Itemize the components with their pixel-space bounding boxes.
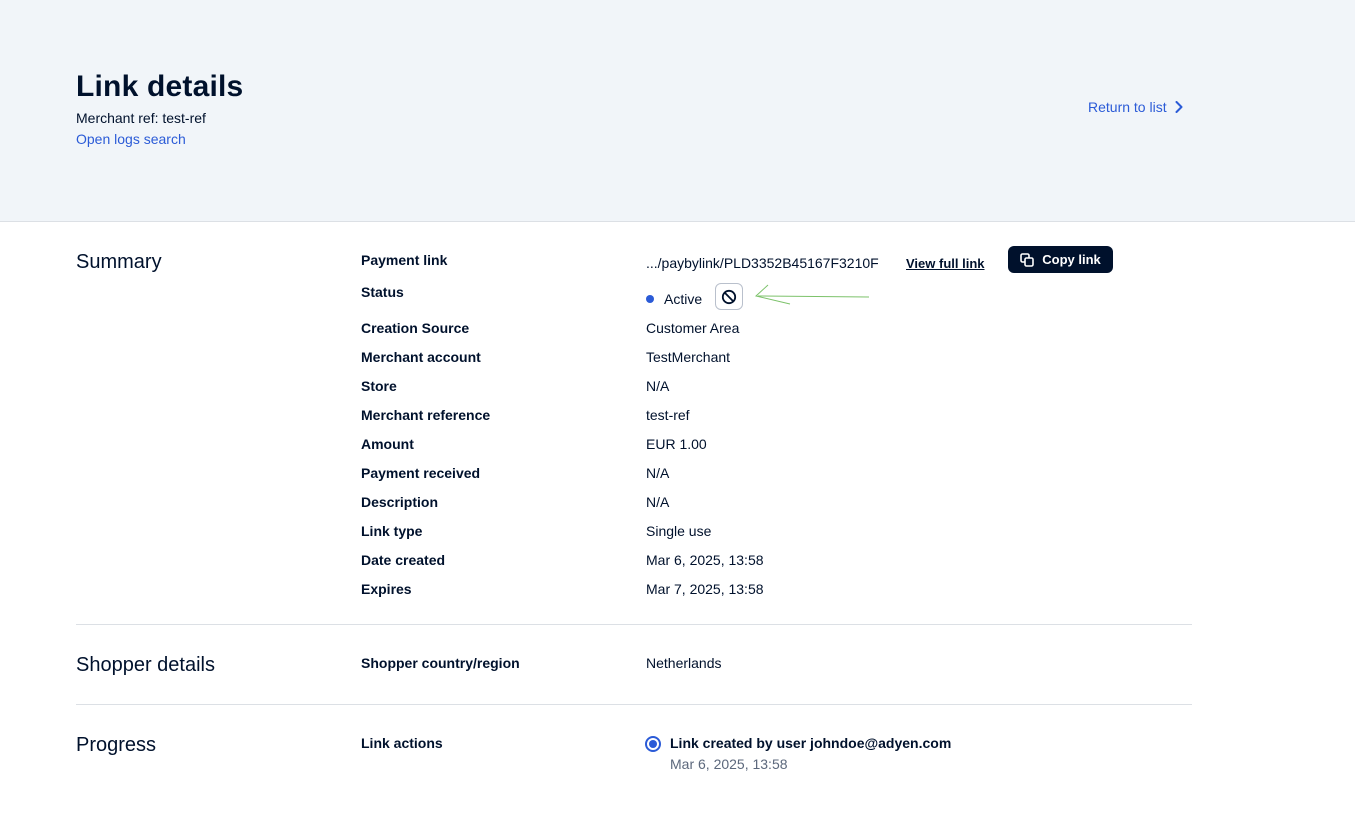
- date-created-label: Date created: [361, 552, 446, 568]
- shopper-country-value: Netherlands: [646, 655, 722, 671]
- open-logs-search-link[interactable]: Open logs search: [76, 131, 186, 147]
- annotation-arrow-icon: [754, 284, 870, 305]
- expires-value: Mar 7, 2025, 13:58: [646, 581, 764, 597]
- date-created-value: Mar 6, 2025, 13:58: [646, 552, 764, 568]
- link-actions-label: Link actions: [361, 735, 443, 751]
- payment-received-label: Payment received: [361, 465, 481, 481]
- merchant-reference-value: test-ref: [646, 407, 690, 423]
- amount-label: Amount: [361, 436, 414, 452]
- timeline-event-date: Mar 6, 2025, 13:58: [670, 756, 788, 772]
- summary-section-title: Summary: [76, 251, 162, 273]
- page-header: Link details Merchant ref: test-ref Open…: [0, 0, 1355, 222]
- shopper-section-title: Shopper details: [76, 654, 215, 676]
- progress-section-title: Progress: [76, 734, 157, 756]
- view-full-link-button[interactable]: View full link: [906, 256, 985, 271]
- page-title: Link details: [76, 70, 244, 103]
- shopper-country-label: Shopper country/region: [361, 655, 520, 671]
- section-divider: [76, 624, 1192, 625]
- status-label: Status: [361, 284, 404, 300]
- expires-label: Expires: [361, 581, 412, 597]
- status-value: Active: [664, 291, 703, 307]
- return-to-list-label: Return to list: [1088, 99, 1167, 115]
- payment-link-value: .../paybylink/PLD3352B45167F3210F: [646, 255, 879, 271]
- copy-icon: [1020, 252, 1035, 267]
- creation-source-value: Customer Area: [646, 320, 740, 336]
- store-label: Store: [361, 378, 397, 394]
- link-type-label: Link type: [361, 523, 423, 539]
- merchant-account-label: Merchant account: [361, 349, 481, 365]
- return-to-list-link[interactable]: Return to list: [1088, 99, 1183, 115]
- amount-value: EUR 1.00: [646, 436, 707, 452]
- section-divider: [76, 704, 1192, 705]
- copy-link-button[interactable]: Copy link: [1008, 246, 1113, 273]
- payment-received-value: N/A: [646, 465, 670, 481]
- description-value: N/A: [646, 494, 670, 510]
- merchant-reference-label: Merchant reference: [361, 407, 491, 423]
- merchant-ref: Merchant ref: test-ref: [76, 110, 206, 126]
- copy-link-label: Copy link: [1042, 252, 1101, 267]
- timeline-event-title: Link created by user johndoe@adyen.com: [670, 735, 952, 751]
- store-value: N/A: [646, 378, 670, 394]
- merchant-account-value: TestMerchant: [646, 349, 731, 365]
- block-icon: [721, 289, 737, 304]
- timeline-dot-icon: [645, 736, 661, 752]
- link-type-value: Single use: [646, 523, 712, 539]
- creation-source-label: Creation Source: [361, 320, 470, 336]
- description-label: Description: [361, 494, 439, 510]
- deactivate-link-button[interactable]: [715, 283, 743, 310]
- chevron-right-icon: [1175, 101, 1183, 113]
- status-indicator-dot: [646, 295, 654, 303]
- payment-link-label: Payment link: [361, 252, 448, 268]
